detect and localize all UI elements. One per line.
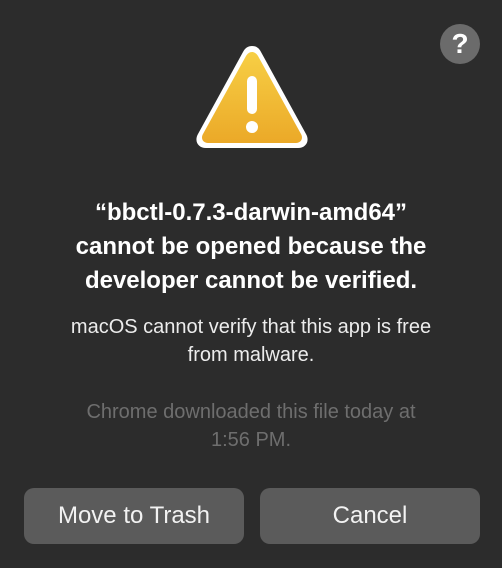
- download-source-note-line-1: Chrome downloaded this file today at: [86, 401, 416, 423]
- dialog-message-line-2: from malware.: [187, 344, 315, 366]
- download-source-note: Chrome downloaded this file today at 1:5…: [20, 398, 482, 454]
- dialog-message: macOS cannot verify that this app is fre…: [20, 313, 482, 369]
- move-to-trash-button[interactable]: Move to Trash: [24, 488, 244, 544]
- dialog-title: “bbctl-0.7.3-darwin-amd64” cannot be ope…: [20, 196, 482, 298]
- security-alert-dialog: ? “bbctl-0.7.3-darwin-amd64” cannot be o…: [0, 0, 502, 568]
- dialog-message-line-1: macOS cannot verify that this app is fre…: [70, 316, 432, 338]
- cancel-label: Cancel: [332, 502, 408, 529]
- cancel-button[interactable]: Cancel: [260, 488, 480, 544]
- warning-triangle-icon: [196, 46, 308, 148]
- move-to-trash-label: Move to Trash: [57, 502, 211, 529]
- dialog-title-line-2: cannot be opened because the: [75, 233, 427, 260]
- help-icon: ?: [451, 28, 469, 59]
- dialog-title-line-1: “bbctl-0.7.3-darwin-amd64”: [94, 199, 408, 226]
- dialog-title-line-3: developer cannot be verified.: [84, 267, 418, 294]
- download-source-note-line-2: 1:56 PM.: [210, 429, 292, 451]
- help-button[interactable]: ?: [440, 24, 480, 64]
